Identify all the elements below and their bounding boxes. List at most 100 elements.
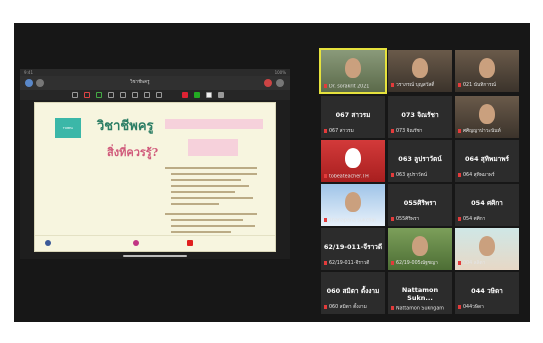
participant-name: 054 ศศิกา bbox=[471, 199, 503, 207]
participant-label: Nattamon Sukngam bbox=[391, 305, 444, 311]
mic-muted-icon bbox=[324, 217, 327, 222]
participant-tile[interactable]: 62/19-011-จีราวดี 62/19-011-จีราวดี bbox=[321, 228, 385, 270]
ipad-status-bar: 9:41 100% bbox=[20, 69, 290, 76]
slide-text-line bbox=[165, 167, 257, 169]
participant-label: วราภรณ์ บุญสวัสดิ์ bbox=[391, 81, 434, 89]
person-figure bbox=[345, 192, 361, 212]
slide-text-line bbox=[171, 231, 231, 233]
participant-name: 62/19-011-จีราวดี bbox=[323, 243, 383, 251]
person-figure bbox=[479, 58, 495, 78]
slide-subtitle: สิ่งที่ควรรู้? bbox=[107, 146, 159, 159]
mic-muted-icon bbox=[391, 172, 394, 177]
participant-label: 055ศิริพรา bbox=[391, 215, 419, 223]
shape-icon[interactable] bbox=[132, 92, 138, 98]
participant-tile[interactable]: tobeateacher.TH bbox=[321, 140, 385, 182]
person-figure bbox=[479, 236, 495, 256]
participant-label: 063 ลูปราวัตน์ bbox=[391, 171, 427, 179]
record-icon[interactable] bbox=[264, 79, 272, 87]
instagram-icon bbox=[133, 240, 139, 246]
participant-tile[interactable]: 073 จิณรัชา 073 จิณรัชา bbox=[388, 96, 452, 138]
mic-muted-icon bbox=[391, 82, 394, 87]
text-icon[interactable] bbox=[156, 92, 162, 98]
slide-text-line bbox=[171, 203, 219, 205]
participant-name: 063 ลูปราวัตน์ bbox=[398, 155, 442, 163]
slide-footer bbox=[35, 235, 275, 251]
slide-text-line bbox=[171, 185, 249, 187]
participant-tile[interactable]: 055ศิริพรา 055ศิริพรา bbox=[388, 184, 452, 226]
shared-screen[interactable]: 9:41 100% วิชาชีพครู TOBEA วิชาชีพครู สิ… bbox=[20, 69, 290, 259]
participant-tile[interactable]: Dr. sorakrit 2021 bbox=[319, 48, 387, 94]
mic-muted-icon bbox=[324, 260, 327, 265]
undo-icon[interactable] bbox=[72, 92, 78, 98]
slide-text-line bbox=[165, 213, 257, 215]
sidebar-icon[interactable] bbox=[25, 79, 33, 87]
person-figure bbox=[345, 58, 361, 78]
slide-title: วิชาชีพครู bbox=[97, 119, 154, 134]
mic-muted-icon bbox=[391, 260, 394, 265]
participant-tile[interactable]: Thanapana sukchai bbox=[321, 184, 385, 226]
meeting-window: 9:41 100% วิชาชีพครู TOBEA วิชาชีพครู สิ… bbox=[14, 23, 530, 322]
grid-icon[interactable] bbox=[36, 79, 44, 87]
participant-tile[interactable]: 064 สุทิพมาพร์ 064 สุทิพมาพร์ bbox=[455, 140, 519, 182]
slide-text-line bbox=[171, 197, 253, 199]
image-icon[interactable] bbox=[144, 92, 150, 98]
participant-label: 054 ศศิกา bbox=[458, 215, 485, 223]
participant-label: 067 สาวรม bbox=[324, 127, 354, 135]
participant-tile[interactable]: ศศิญญาปาวะนันท์ bbox=[455, 96, 519, 138]
participant-label: 060 สมิตา ตั้งงาม bbox=[324, 303, 367, 311]
mic-muted-icon bbox=[324, 173, 327, 178]
slide-text-line bbox=[171, 219, 243, 221]
person-figure bbox=[412, 236, 428, 256]
participant-tile[interactable]: วราภรณ์ บุญสวัสดิ์ bbox=[388, 50, 452, 92]
participant-tile[interactable]: 060 สมิตา ตั้งงาม 060 สมิตา ตั้งงาม bbox=[321, 272, 385, 314]
mic-muted-icon bbox=[391, 305, 394, 310]
slide: TOBEA วิชาชีพครู สิ่งที่ควรรู้? bbox=[34, 102, 276, 252]
participant-label: ศศิญญาปาวะนันท์ bbox=[458, 127, 501, 135]
participant-name: 064 สุทิพมาพร์ bbox=[464, 155, 510, 163]
participant-name: Nattamon Sukn... bbox=[401, 286, 439, 302]
participant-label: tobeateacher.TH bbox=[324, 173, 369, 179]
participant-tile[interactable]: 054 ศศิกา 054 ศศิกา bbox=[455, 184, 519, 226]
participant-tile[interactable]: 004 ลลิตา bbox=[455, 228, 519, 270]
participant-label: 064 สุทิพมาพร์ bbox=[458, 171, 495, 179]
pen-icon[interactable] bbox=[84, 92, 90, 98]
highlighter-icon[interactable] bbox=[96, 92, 102, 98]
mic-muted-icon bbox=[391, 128, 394, 133]
slide-text-line bbox=[171, 225, 255, 227]
participant-name: 067 สาวรม bbox=[335, 111, 371, 119]
participant-label: 044วษิดา bbox=[458, 303, 484, 311]
mic-muted-icon bbox=[458, 216, 461, 221]
participant-name: 060 สมิตา ตั้งงาม bbox=[326, 287, 380, 295]
person-figure bbox=[345, 148, 361, 168]
participant-tile[interactable]: 021 นันทิการณ์ bbox=[455, 50, 519, 92]
participant-tile[interactable]: 067 สาวรม 067 สาวรม bbox=[321, 96, 385, 138]
notes-toolbar: วิชาชีพครู bbox=[20, 76, 290, 90]
slide-heading-box bbox=[165, 119, 263, 129]
slide-text-line bbox=[171, 173, 257, 175]
participant-name: 044 วษิดา bbox=[471, 287, 503, 295]
pen-toolbar bbox=[20, 90, 290, 100]
color-green-icon[interactable] bbox=[194, 92, 200, 98]
participant-tile[interactable]: 62/19-005ณัฐชญา bbox=[388, 228, 452, 270]
participant-label: 004 ลลิตา bbox=[458, 259, 485, 267]
participant-label: Dr. sorakrit 2021 bbox=[324, 83, 369, 89]
participant-tile[interactable]: Nattamon Sukn... Nattamon Sukngam bbox=[388, 272, 452, 314]
color-white-icon[interactable] bbox=[206, 92, 212, 98]
facebook-icon bbox=[45, 240, 51, 246]
lasso-icon[interactable] bbox=[120, 92, 126, 98]
slide-text-line bbox=[171, 191, 235, 193]
participant-label: 021 นันทิการณ์ bbox=[458, 81, 496, 89]
participant-label: 073 จิณรัชา bbox=[391, 127, 422, 135]
color-gray-icon[interactable] bbox=[218, 92, 224, 98]
more-icon[interactable] bbox=[276, 79, 284, 87]
participant-name: 055ศิริพรา bbox=[403, 199, 437, 207]
mic-muted-icon bbox=[324, 128, 327, 133]
color-red-icon[interactable] bbox=[182, 92, 188, 98]
mic-muted-icon bbox=[458, 304, 461, 309]
participant-tile[interactable]: 044 วษิดา 044วษิดา bbox=[455, 272, 519, 314]
home-indicator bbox=[123, 255, 187, 257]
person-figure bbox=[479, 104, 495, 124]
eraser-icon[interactable] bbox=[108, 92, 114, 98]
participant-tile[interactable]: 063 ลูปราวัตน์ 063 ลูปราวัตน์ bbox=[388, 140, 452, 182]
mic-muted-icon bbox=[458, 82, 461, 87]
